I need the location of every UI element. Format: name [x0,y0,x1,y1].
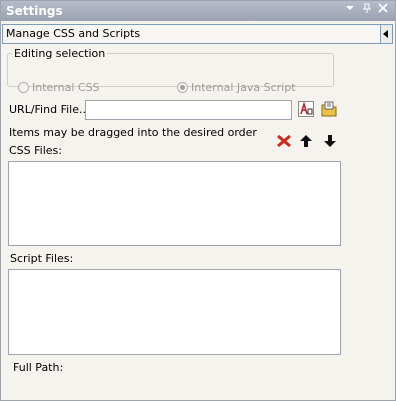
browse-folder-icon[interactable] [321,101,337,117]
url-input[interactable] [85,100,292,120]
radio-internal-javascript[interactable]: Internal Java Script [177,81,296,94]
css-files-list[interactable] [8,161,341,246]
chevron-down-icon[interactable] [343,3,357,17]
panel-titlebar: Settings [1,1,395,21]
radio-internal-css[interactable]: Internal CSS [18,81,100,94]
editing-selection-legend: Editing selection [14,47,106,60]
move-down-icon[interactable] [322,133,338,149]
pin-icon[interactable] [360,3,374,17]
radio-label: Internal CSS [32,81,100,94]
script-files-list[interactable] [8,269,341,355]
section-dropdown-value: Manage CSS and Scripts [6,27,141,40]
settings-panel: Settings Manage CSS and Scripts Editing … [0,0,396,401]
collapse-arrow-icon[interactable] [380,25,392,43]
radio-circle [18,82,29,93]
script-files-label: Script Files: [10,252,74,265]
url-label: URL/Find File... [9,103,90,116]
full-path-label: Full Path: [13,361,64,374]
move-up-icon[interactable] [298,133,314,149]
css-files-label: CSS Files: [9,144,62,157]
close-icon[interactable] [376,3,390,17]
font-icon[interactable] [298,101,314,117]
delete-icon[interactable] [276,133,292,149]
editing-selection-group: Editing selection Internal CSS Internal … [7,47,334,94]
drag-hint: Items may be dragged into the desired or… [9,126,257,139]
section-dropdown[interactable]: Manage CSS and Scripts [2,24,393,44]
panel-title: Settings [6,4,63,18]
radio-label: Internal Java Script [191,81,296,94]
radio-circle-selected [177,82,188,93]
